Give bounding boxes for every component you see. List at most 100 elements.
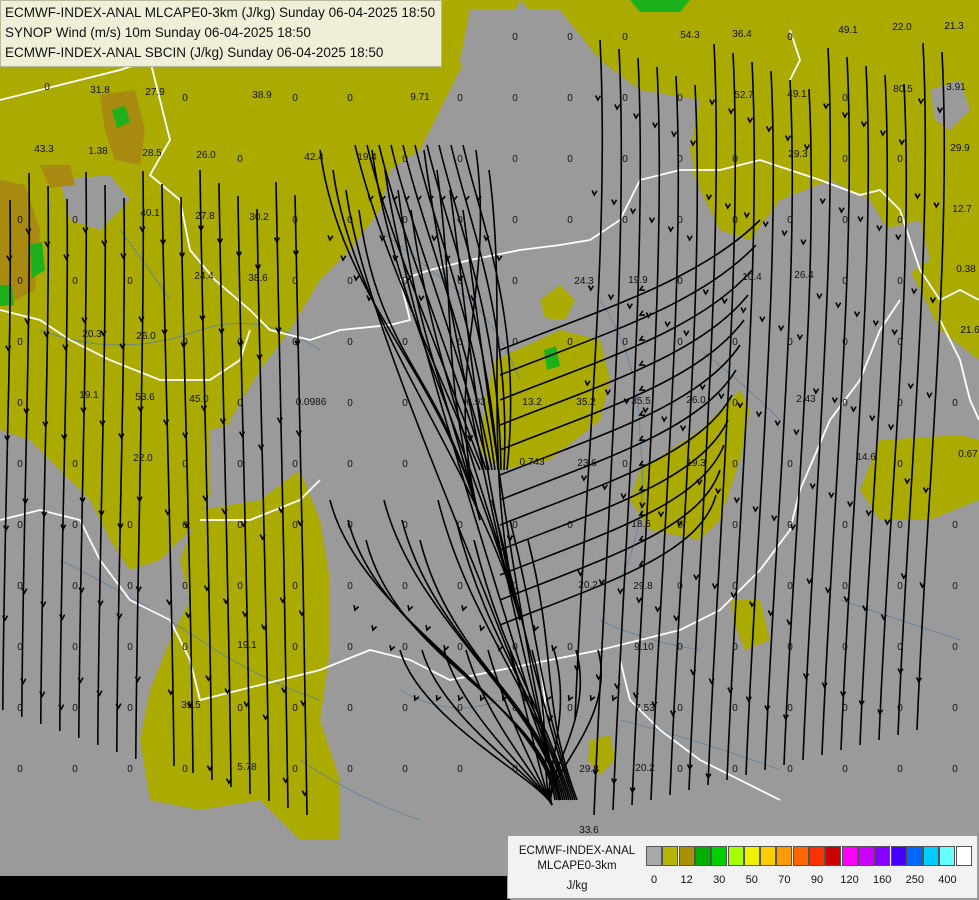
cape-value-label: 13.2 — [522, 397, 542, 408]
bottom-black-strip — [0, 876, 510, 900]
cape-zero-label: 0 — [347, 398, 353, 409]
cape-value-label: 26.0 — [196, 150, 216, 161]
colorbar-title-line2: MLCAPE0-3km — [537, 860, 617, 872]
cape-zero-label: 0 — [842, 93, 848, 104]
cape-zero-label: 0 — [842, 398, 848, 409]
cape-zero-label: 0 — [897, 337, 903, 348]
cape-zero-label: 0 — [402, 276, 408, 287]
cape-zero-label: 0 — [897, 398, 903, 409]
cape-zero-label: 0 — [457, 93, 463, 104]
colorbar-swatch — [662, 846, 679, 866]
cape-zero-label: 0 — [842, 581, 848, 592]
cape-zero-label: 0 — [347, 215, 353, 226]
colorbar-tick-label: 400 — [938, 874, 957, 886]
cape-zero-label: 0 — [732, 215, 738, 226]
cape-zero-label: 0 — [787, 32, 793, 43]
cape-zero-label: 0 — [732, 642, 738, 653]
cape-value-label: 0.38 — [956, 264, 976, 275]
colorbar-tick-label: 50 — [745, 874, 758, 886]
cape-zero-label: 0 — [127, 642, 133, 653]
cape-value-label: 2.43 — [796, 394, 816, 405]
cape-zero-label: 0 — [347, 520, 353, 531]
cape-zero-label: 0 — [842, 337, 848, 348]
cape-zero-label: 0 — [17, 642, 23, 653]
cape-zero-label: 0 — [17, 276, 23, 287]
colorbar-swatch — [825, 846, 842, 866]
cape-zero-label: 0 — [787, 520, 793, 531]
cape-zero-label: 0 — [732, 581, 738, 592]
colorbar-swatch — [874, 846, 891, 866]
cape-zero-label: 0 — [402, 398, 408, 409]
cape-zero-label: 0 — [72, 520, 78, 531]
cape-value-label: 35.2 — [576, 397, 596, 408]
cape-zero-label: 0 — [842, 215, 848, 226]
cape-zero-label: 0 — [127, 703, 133, 714]
cape-zero-label: 0 — [567, 337, 573, 348]
colorbar-tick-label: 90 — [810, 874, 824, 886]
cape-zero-label: 0 — [292, 276, 298, 287]
colorbar-swatch — [776, 846, 793, 866]
cape-zero-label: 0 — [897, 459, 903, 470]
colorbar-swatch — [792, 846, 809, 866]
colorbar-swatch — [646, 846, 662, 866]
cape-zero-label: 0 — [567, 154, 573, 165]
cape-value-label: 19.9 — [628, 275, 648, 286]
cape-value-label: 0.0986 — [296, 397, 327, 408]
cape-zero-label: 0 — [952, 703, 958, 714]
cape-zero-label: 0 — [512, 581, 518, 592]
cape-zero-label: 0 — [787, 215, 793, 226]
cape-value-label: 38.9 — [252, 90, 272, 101]
cape-zero-label: 0 — [457, 642, 463, 653]
cape-zero-label: 0 — [732, 703, 738, 714]
header-line-cape: ECMWF-INDEX-ANAL MLCAPE0-3km (J/kg) Sund… — [5, 5, 436, 20]
cape-zero-label: 0 — [72, 703, 78, 714]
cape-value-label: 26.4 — [794, 270, 814, 281]
weather-map: 11.854.336.449.122.021.3031.827.938.99.7… — [0, 0, 979, 900]
cape-zero-label: 0 — [457, 581, 463, 592]
cape-zero-label: 0 — [512, 520, 518, 531]
cape-value-label: 52.7 — [734, 90, 754, 101]
cape-zero-label: 0 — [402, 459, 408, 470]
colorbar-unit: J/kg — [566, 880, 588, 892]
cape-zero-label: 0 — [72, 764, 78, 775]
cape-value-label: 12.7 — [952, 204, 972, 215]
cape-zero-label: 0 — [457, 520, 463, 531]
colorbar-swatch — [841, 846, 858, 866]
cape-zero-label: 0 — [897, 581, 903, 592]
colorbar-tick-label: 160 — [873, 874, 892, 886]
cape-zero-label: 0 — [457, 764, 463, 775]
cape-zero-label: 0 — [237, 703, 243, 714]
cape-zero-label: 0 — [237, 520, 243, 531]
colorbar-swatch — [711, 846, 728, 866]
cape-zero-label: 0 — [292, 337, 298, 348]
cape-value-label: 7.53 — [635, 703, 655, 714]
cape-value-label: 29.8 — [579, 764, 599, 775]
colorbar-tick-label: 120 — [840, 874, 859, 886]
cape-zero-label: 0 — [512, 337, 518, 348]
colorbar-legend: ECMWF-INDEX-ANAL MLCAPE0-3km J/kg 0 12 30 5… — [507, 835, 978, 899]
cape-zero-label: 0 — [677, 703, 683, 714]
cape-value-label: 14.6 — [856, 452, 876, 463]
cape-zero-label: 0 — [17, 398, 23, 409]
cape-zero-label: 0 — [402, 337, 408, 348]
cape-zero-label: 0 — [897, 703, 903, 714]
cape-zero-label: 0 — [457, 337, 463, 348]
cape-zero-label: 0 — [292, 703, 298, 714]
cape-zero-label: 0 — [622, 93, 628, 104]
cape-value-label: 53.6 — [135, 392, 155, 403]
cape-value-label: 6.93 — [466, 397, 486, 408]
cape-zero-label: 0 — [72, 642, 78, 653]
cape-value-label: 27.8 — [195, 211, 215, 222]
cape-value-label: 0.743 — [519, 457, 544, 468]
cape-value-label: 21.3 — [944, 21, 964, 32]
cape-zero-label: 0 — [897, 276, 903, 287]
cape-zero-label: 0 — [292, 642, 298, 653]
cape-value-label: 1.38 — [88, 146, 108, 157]
cape-value-label: 23.6 — [577, 458, 597, 469]
cape-zero-label: 0 — [347, 642, 353, 653]
cape-zero-label: 0 — [17, 215, 23, 226]
cape-zero-label: 0 — [842, 642, 848, 653]
cape-zero-label: 0 — [842, 520, 848, 531]
colorbar-swatch — [939, 846, 956, 866]
cape-zero-label: 0 — [72, 215, 78, 226]
